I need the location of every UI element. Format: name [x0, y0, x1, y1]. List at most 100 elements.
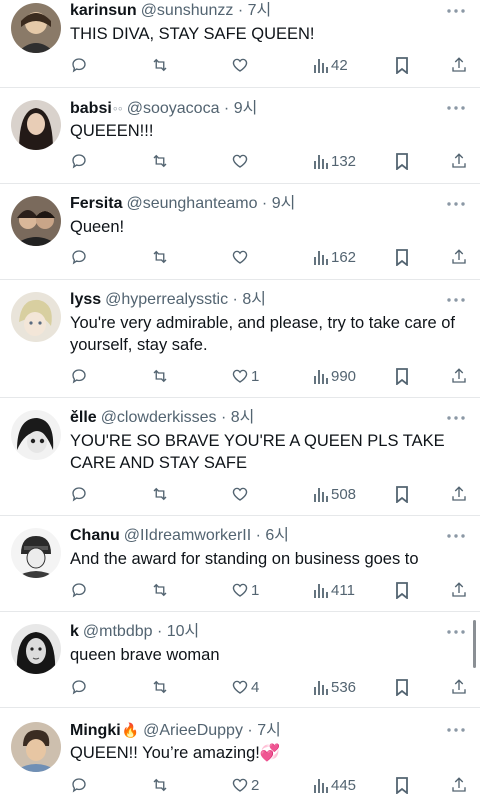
retweet-button[interactable]	[150, 483, 170, 505]
share-button[interactable]	[450, 676, 468, 698]
more-icon[interactable]	[446, 7, 466, 15]
like-button[interactable]	[231, 54, 251, 76]
reply-button[interactable]	[70, 150, 88, 172]
timestamp[interactable]: 8시	[231, 409, 255, 426]
timestamp[interactable]: 10시	[167, 623, 200, 640]
views-button[interactable]: 42	[313, 54, 348, 76]
views-button[interactable]: 536	[313, 676, 356, 698]
retweet-button[interactable]	[150, 54, 170, 76]
tweet[interactable]: ělle @clowderkisses · 8시 YOU'RE SO BRAVE …	[0, 398, 480, 516]
bookmark-button[interactable]	[394, 483, 410, 505]
views-button[interactable]: 132	[313, 150, 356, 172]
avatar[interactable]	[11, 528, 61, 578]
user-handle[interactable]: @ArieeDuppy	[143, 722, 243, 739]
tweet[interactable]: Fersita @seunghanteamo · 9시 Queen! 162	[0, 184, 480, 280]
timestamp[interactable]: 7시	[257, 722, 281, 739]
retweet-icon	[153, 369, 167, 383]
bookmark-button[interactable]	[394, 365, 410, 387]
avatar[interactable]	[11, 292, 61, 342]
more-icon[interactable]	[446, 532, 466, 540]
tweet[interactable]: Mingki🔥 @ArieeDuppy · 7시 QUEEN!! You’re a…	[0, 708, 480, 797]
like-button[interactable]: 2	[231, 774, 259, 796]
reply-button[interactable]	[70, 483, 88, 505]
views-button[interactable]: 990	[313, 365, 356, 387]
retweet-button[interactable]	[150, 365, 170, 387]
views-button[interactable]: 411	[313, 579, 355, 601]
reply-button[interactable]	[70, 676, 88, 698]
display-name[interactable]: babsi	[70, 100, 112, 117]
user-handle[interactable]: @mtbdbp	[83, 623, 153, 640]
views-button[interactable]: 162	[313, 246, 356, 268]
scrollbar[interactable]	[473, 620, 476, 668]
more-icon[interactable]	[446, 296, 466, 304]
tweet[interactable]: lyss @hyperrealysstic · 8시 You're very ad…	[0, 280, 480, 398]
timestamp[interactable]: 8시	[242, 291, 266, 308]
user-handle[interactable]: @sunshunzz	[141, 2, 234, 19]
share-button[interactable]	[450, 150, 468, 172]
more-icon[interactable]	[446, 414, 466, 422]
display-name[interactable]: Chanu	[70, 527, 120, 544]
views-button[interactable]: 508	[313, 483, 356, 505]
like-button[interactable]	[231, 483, 251, 505]
user-handle[interactable]: @hyperrealysstic	[105, 291, 228, 308]
more-icon[interactable]	[446, 200, 466, 208]
display-name[interactable]: Mingki	[70, 722, 121, 739]
reply-button[interactable]	[70, 54, 88, 76]
display-name[interactable]: lyss	[70, 291, 101, 308]
like-button[interactable]: 1	[231, 365, 259, 387]
more-icon[interactable]	[446, 726, 466, 734]
retweet-button[interactable]	[150, 150, 170, 172]
avatar[interactable]	[11, 410, 61, 460]
display-name[interactable]: karinsun	[70, 2, 137, 19]
display-name[interactable]: Fersita	[70, 195, 122, 212]
tweet[interactable]: k @mtbdbp · 10시 queen brave woman 4 536	[0, 612, 480, 708]
tweet-actions: 1 990	[0, 365, 480, 387]
share-button[interactable]	[450, 579, 468, 601]
bookmark-button[interactable]	[394, 676, 410, 698]
reply-button[interactable]	[70, 365, 88, 387]
share-button[interactable]	[450, 54, 468, 76]
bookmark-button[interactable]	[394, 54, 410, 76]
tweet[interactable]: karinsun @sunshunzz · 7시 THIS DIVA, STAY …	[0, 0, 480, 88]
timestamp[interactable]: 7시	[248, 2, 272, 19]
user-handle[interactable]: @sooyacoca	[127, 100, 220, 117]
like-button[interactable]: 4	[231, 676, 259, 698]
bookmark-button[interactable]	[394, 579, 410, 601]
timestamp[interactable]: 6시	[265, 527, 289, 544]
like-button[interactable]: 1	[231, 579, 259, 601]
tweet[interactable]: babsi◦◦ @sooyacoca · 9시 QUEEEN!!! 132	[0, 88, 480, 184]
share-button[interactable]	[450, 365, 468, 387]
views-button[interactable]: 445	[313, 774, 356, 796]
retweet-button[interactable]	[150, 774, 170, 796]
share-button[interactable]	[450, 774, 468, 796]
display-name[interactable]: ělle	[70, 409, 97, 426]
reply-button[interactable]	[70, 246, 88, 268]
reply-button[interactable]	[70, 579, 88, 601]
share-button[interactable]	[450, 246, 468, 268]
timestamp[interactable]: 9시	[234, 100, 258, 117]
bookmark-button[interactable]	[394, 150, 410, 172]
heart-icon	[232, 680, 248, 694]
display-name[interactable]: k	[70, 623, 79, 640]
more-icon[interactable]	[446, 628, 466, 636]
share-button[interactable]	[450, 483, 468, 505]
retweet-button[interactable]	[150, 579, 170, 601]
like-button[interactable]	[231, 150, 251, 172]
user-handle[interactable]: @clowderkisses	[101, 409, 217, 426]
avatar[interactable]	[11, 100, 61, 150]
user-handle[interactable]: @IIdreamworkerII	[124, 527, 251, 544]
more-icon[interactable]	[446, 104, 466, 112]
retweet-button[interactable]	[150, 676, 170, 698]
bookmark-button[interactable]	[394, 246, 410, 268]
avatar[interactable]	[11, 3, 61, 53]
avatar[interactable]	[11, 624, 61, 674]
bookmark-button[interactable]	[394, 774, 410, 796]
reply-button[interactable]	[70, 774, 88, 796]
timestamp[interactable]: 9시	[272, 195, 296, 212]
user-handle[interactable]: @seunghanteamo	[126, 195, 257, 212]
retweet-button[interactable]	[150, 246, 170, 268]
avatar[interactable]	[11, 722, 61, 772]
avatar[interactable]	[11, 196, 61, 246]
tweet[interactable]: Chanu @IIdreamworkerII · 6시 And the award…	[0, 516, 480, 612]
like-button[interactable]	[231, 246, 251, 268]
